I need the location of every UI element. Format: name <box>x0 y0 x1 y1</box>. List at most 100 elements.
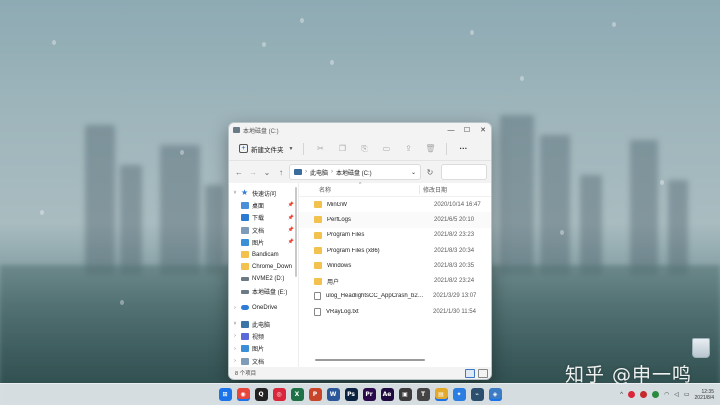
premiere-icon[interactable]: Pr <box>362 388 376 401</box>
address-dropdown-icon[interactable]: ⌄ <box>411 169 416 176</box>
nav-item-pictures-pc[interactable]: › 图片 <box>229 343 298 355</box>
wifi-icon[interactable]: ◠ <box>664 391 669 398</box>
minimize-button[interactable]: — <box>443 123 459 137</box>
file-row[interactable]: MinGW 2020/10/14 16:47 <box>299 197 491 212</box>
more-options-button[interactable]: ··· <box>453 141 473 157</box>
breadcrumb-separator: › <box>305 169 307 175</box>
folder-icon <box>314 277 322 285</box>
maximize-button[interactable]: ☐ <box>459 123 475 137</box>
nav-item-this-pc[interactable]: ˅ 此电脑 <box>229 318 298 330</box>
nav-item-desktop[interactable]: 桌面 📌 <box>229 199 298 211</box>
file-name: MinGW <box>327 201 347 208</box>
file-name: Program Files <box>327 232 365 239</box>
nav-item-chrome-down[interactable]: Chrome_Down <box>229 261 298 273</box>
expand-icon[interactable]: › <box>232 358 238 364</box>
divider <box>446 142 448 155</box>
rename-icon[interactable]: ▭ <box>376 141 396 157</box>
new-folder-button[interactable]: + 新建文件夹 ▼ <box>235 141 297 157</box>
copy-icon[interactable]: ❐ <box>332 141 352 157</box>
expand-icon[interactable]: ˅ <box>232 190 238 196</box>
title-bar[interactable]: 本地磁盘 (C:) — ☐ ✕ <box>229 123 491 137</box>
column-header-name[interactable]: ^ 名称 <box>299 182 419 194</box>
windows-start-icon[interactable]: ⊞ <box>218 388 232 401</box>
recent-locations-button[interactable]: ⌄ <box>261 165 273 179</box>
column-header-row: ^ 名称 修改日期 <box>299 182 491 197</box>
typora-icon[interactable]: T <box>416 388 430 401</box>
netease-music-icon[interactable]: ◎ <box>272 388 286 401</box>
clock[interactable]: 12:35 2021/8/4 <box>695 389 714 401</box>
download-icon <box>241 214 249 222</box>
update-tray-icon[interactable] <box>651 391 659 398</box>
word-icon[interactable]: W <box>326 388 340 401</box>
scanner-icon[interactable]: ⌁ <box>470 388 484 401</box>
powerpoint-icon[interactable]: P <box>308 388 322 401</box>
nav-label: 下载 <box>252 216 265 223</box>
file-explorer-icon[interactable]: ▤ <box>434 388 448 401</box>
tiles-view-button[interactable] <box>478 368 488 378</box>
back-button[interactable]: ← <box>233 165 245 179</box>
app-tray-icon[interactable] <box>639 391 647 398</box>
file-row[interactable]: Program Files (x86) 2021/8/3 20:34 <box>299 243 491 258</box>
nav-item-nvme2[interactable]: NVME2 (D:) <box>229 273 298 285</box>
paste-icon[interactable]: ⎘ <box>354 141 374 157</box>
onedrive-icon <box>241 305 249 311</box>
after-effects-icon[interactable]: Ae <box>380 388 394 401</box>
column-header-date[interactable]: 修改日期 <box>419 185 447 194</box>
volume-icon[interactable]: ◁ <box>674 391 679 398</box>
nav-item-downloads[interactable]: 下载 📌 <box>229 212 298 224</box>
details-view-button[interactable] <box>465 368 475 378</box>
share-icon[interactable]: ⇪ <box>398 141 418 157</box>
pin-icon: 📌 <box>287 239 294 246</box>
file-row[interactable]: Windows 2021/8/3 20:35 <box>299 258 491 273</box>
nav-item-pictures[interactable]: 图片 📌 <box>229 236 298 248</box>
cut-icon[interactable]: ✂ <box>310 141 330 157</box>
nav-item-onedrive[interactable]: › OneDrive <box>229 302 298 314</box>
up-button[interactable]: ↑ <box>275 165 287 179</box>
nav-item-documents-pc[interactable]: › 文档 <box>229 355 298 367</box>
file-row[interactable]: 用户 2021/8/2 23:24 <box>299 273 491 288</box>
antivirus-tray-icon[interactable] <box>627 391 635 398</box>
nav-item-quick-access[interactable]: ˅ ★ 快速访问 <box>229 187 298 199</box>
breadcrumb-this-pc[interactable]: 此电脑 <box>310 168 328 177</box>
delete-icon[interactable]: 🗑 <box>420 141 440 157</box>
folder-icon <box>314 262 322 270</box>
nav-item-drive-e[interactable]: 本地磁盘 (E:) <box>229 285 298 297</box>
file-row[interactable]: ulog_HeadlightsCC_AppCrash_b2d2... 2021/3… <box>299 289 491 304</box>
nav-label: 图片 <box>252 240 265 247</box>
search-input[interactable] <box>441 164 487 180</box>
forward-button[interactable]: → <box>247 165 259 179</box>
recycle-bin-icon[interactable] <box>692 338 710 358</box>
file-name: ulog_HeadlightsCC_AppCrash_b2d2... <box>326 293 426 300</box>
breadcrumb-c-drive[interactable]: 本地磁盘 (C:) <box>336 168 372 177</box>
nav-item-bandicam[interactable]: Bandicam <box>229 248 298 260</box>
qq-icon[interactable]: Q <box>254 388 268 401</box>
file-row[interactable]: VRayLog.txt 2021/1/30 11:54 <box>299 304 491 319</box>
settings-app-icon[interactable]: ◈ <box>488 388 502 401</box>
chrome-icon[interactable]: ◉ <box>236 388 250 401</box>
photoshop-icon[interactable]: Ps <box>344 388 358 401</box>
file-row[interactable]: Program Files 2021/8/2 23:23 <box>299 228 491 243</box>
nav-item-videos[interactable]: › 视频 <box>229 330 298 342</box>
nav-item-documents[interactable]: 文档 📌 <box>229 224 298 236</box>
expand-icon[interactable]: ˅ <box>232 321 238 327</box>
folder-icon <box>314 201 322 209</box>
excel-icon[interactable]: X <box>290 388 304 401</box>
system-tray: ^ ◠ ◁ ▭ 12:35 2021/8/4 <box>620 384 714 405</box>
expand-icon[interactable]: › <box>232 333 238 339</box>
taskbar: ⊞ ◉ Q ◎ X P W Ps Pr Ae ▣ T ▤ ✦ ⌁ ◈ ^ ◠ ◁ ▭ 12:35 2021/8… <box>0 383 720 405</box>
nav-scrollbar[interactable] <box>295 187 297 277</box>
file-explorer-window: 本地磁盘 (C:) — ☐ ✕ + 新建文件夹 ▼ ✂ ❐ ⎘ ▭ ⇪ 🗑 ··… <box>228 122 492 380</box>
file-date: 2021/3/29 13:07 <box>433 293 477 300</box>
close-button[interactable]: ✕ <box>475 123 491 137</box>
battery-icon[interactable]: ▭ <box>684 391 690 398</box>
expand-icon[interactable]: › <box>232 305 238 311</box>
refresh-button[interactable]: ↻ <box>423 168 437 177</box>
expand-icon[interactable]: › <box>232 346 238 352</box>
address-input[interactable]: › 此电脑 › 本地磁盘 (C:) ⌄ <box>289 164 421 180</box>
image-viewer-icon[interactable]: ▣ <box>398 388 412 401</box>
show-hidden-icons-icon[interactable]: ^ <box>620 392 623 398</box>
horizontal-scrollbar[interactable] <box>315 359 425 361</box>
file-date: 2021/8/2 23:24 <box>434 278 475 285</box>
file-row[interactable]: PerfLogs 2021/6/5 20:10 <box>299 212 491 228</box>
app-pin-icon[interactable]: ✦ <box>452 388 466 401</box>
